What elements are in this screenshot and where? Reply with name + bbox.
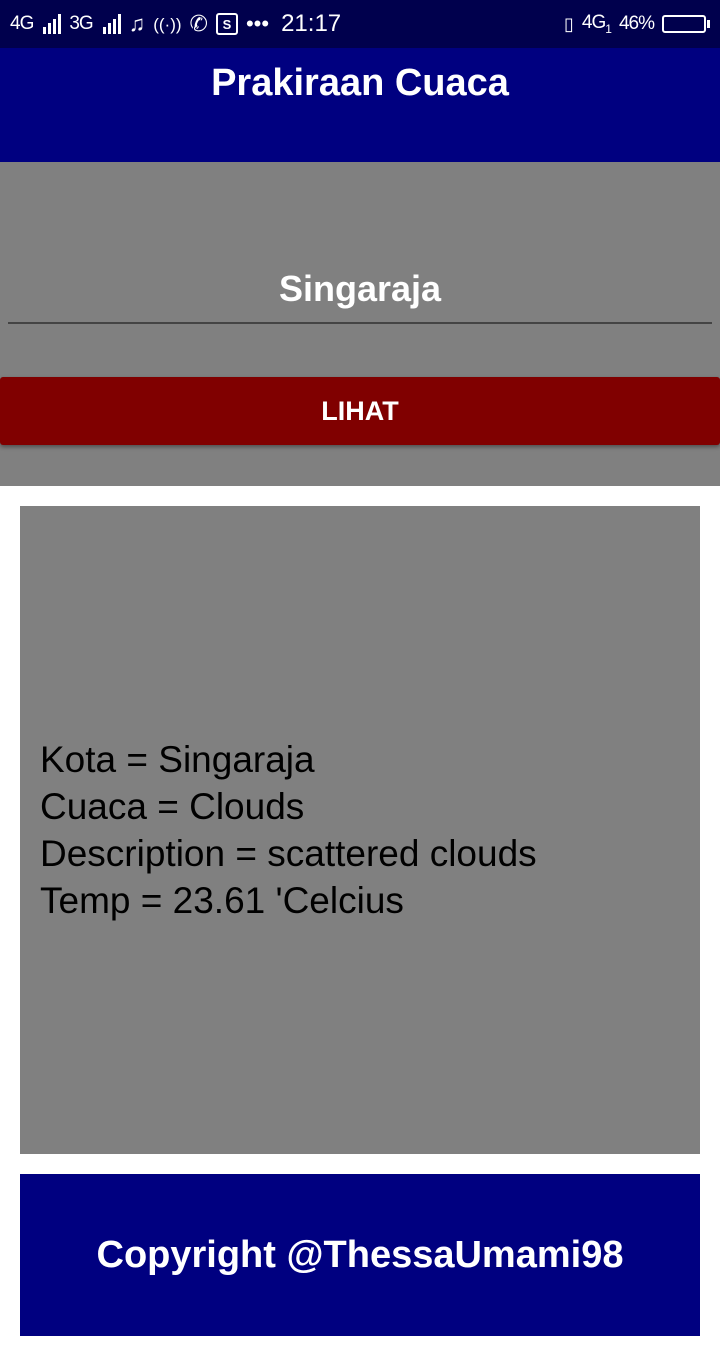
status-bar-right: ▯ 4G1 46%: [564, 12, 710, 36]
network-type-3: 4G1: [581, 12, 612, 36]
copyright-text: Copyright @ThessaUmami98: [96, 1233, 624, 1276]
signal-strength-icon-2: [102, 14, 121, 34]
battery-percent: 46%: [618, 12, 655, 34]
app-title: Prakiraan Cuaca: [211, 62, 509, 104]
footer: Copyright @ThessaUmami98: [20, 1174, 700, 1336]
result-temp-line: Temp = 23.61 'Celcius: [40, 880, 404, 921]
status-bar-left: 4G 3G ♫ ((·)) ✆ S ••• 21:17: [10, 10, 341, 38]
weather-result-panel: Kota = Singaraja Cuaca = Clouds Descript…: [20, 506, 700, 1154]
hotspot-icon: ((·)): [153, 14, 182, 34]
network-type-3-label: 4G: [581, 12, 606, 34]
app-bar: Prakiraan Cuaca: [0, 48, 720, 162]
network-type-2: 3G: [69, 13, 93, 34]
city-input[interactable]: [8, 256, 712, 324]
result-city-line: Kota = Singaraja: [40, 739, 315, 780]
result-weather-line: Cuaca = Clouds: [40, 786, 305, 827]
clock: 21:17: [281, 10, 342, 37]
result-description-line: Description = scattered clouds: [40, 833, 537, 874]
music-note-icon: ♫: [128, 11, 146, 36]
whatsapp-icon: ✆: [189, 11, 208, 36]
more-dots-icon: •••: [245, 11, 270, 36]
s-app-icon: S: [215, 13, 238, 35]
signal-strength-icon: [43, 14, 62, 34]
network-sim-index: 1: [605, 21, 612, 36]
lihat-button[interactable]: LIHAT: [0, 377, 720, 445]
search-section: LIHAT: [0, 162, 720, 486]
vibrate-icon: ▯: [564, 13, 574, 34]
status-bar: 4G 3G ♫ ((·)) ✆ S ••• 21:17 ▯ 4G1 46%: [0, 0, 720, 48]
network-type-1: 4G: [10, 13, 34, 34]
battery-icon: [662, 14, 710, 33]
